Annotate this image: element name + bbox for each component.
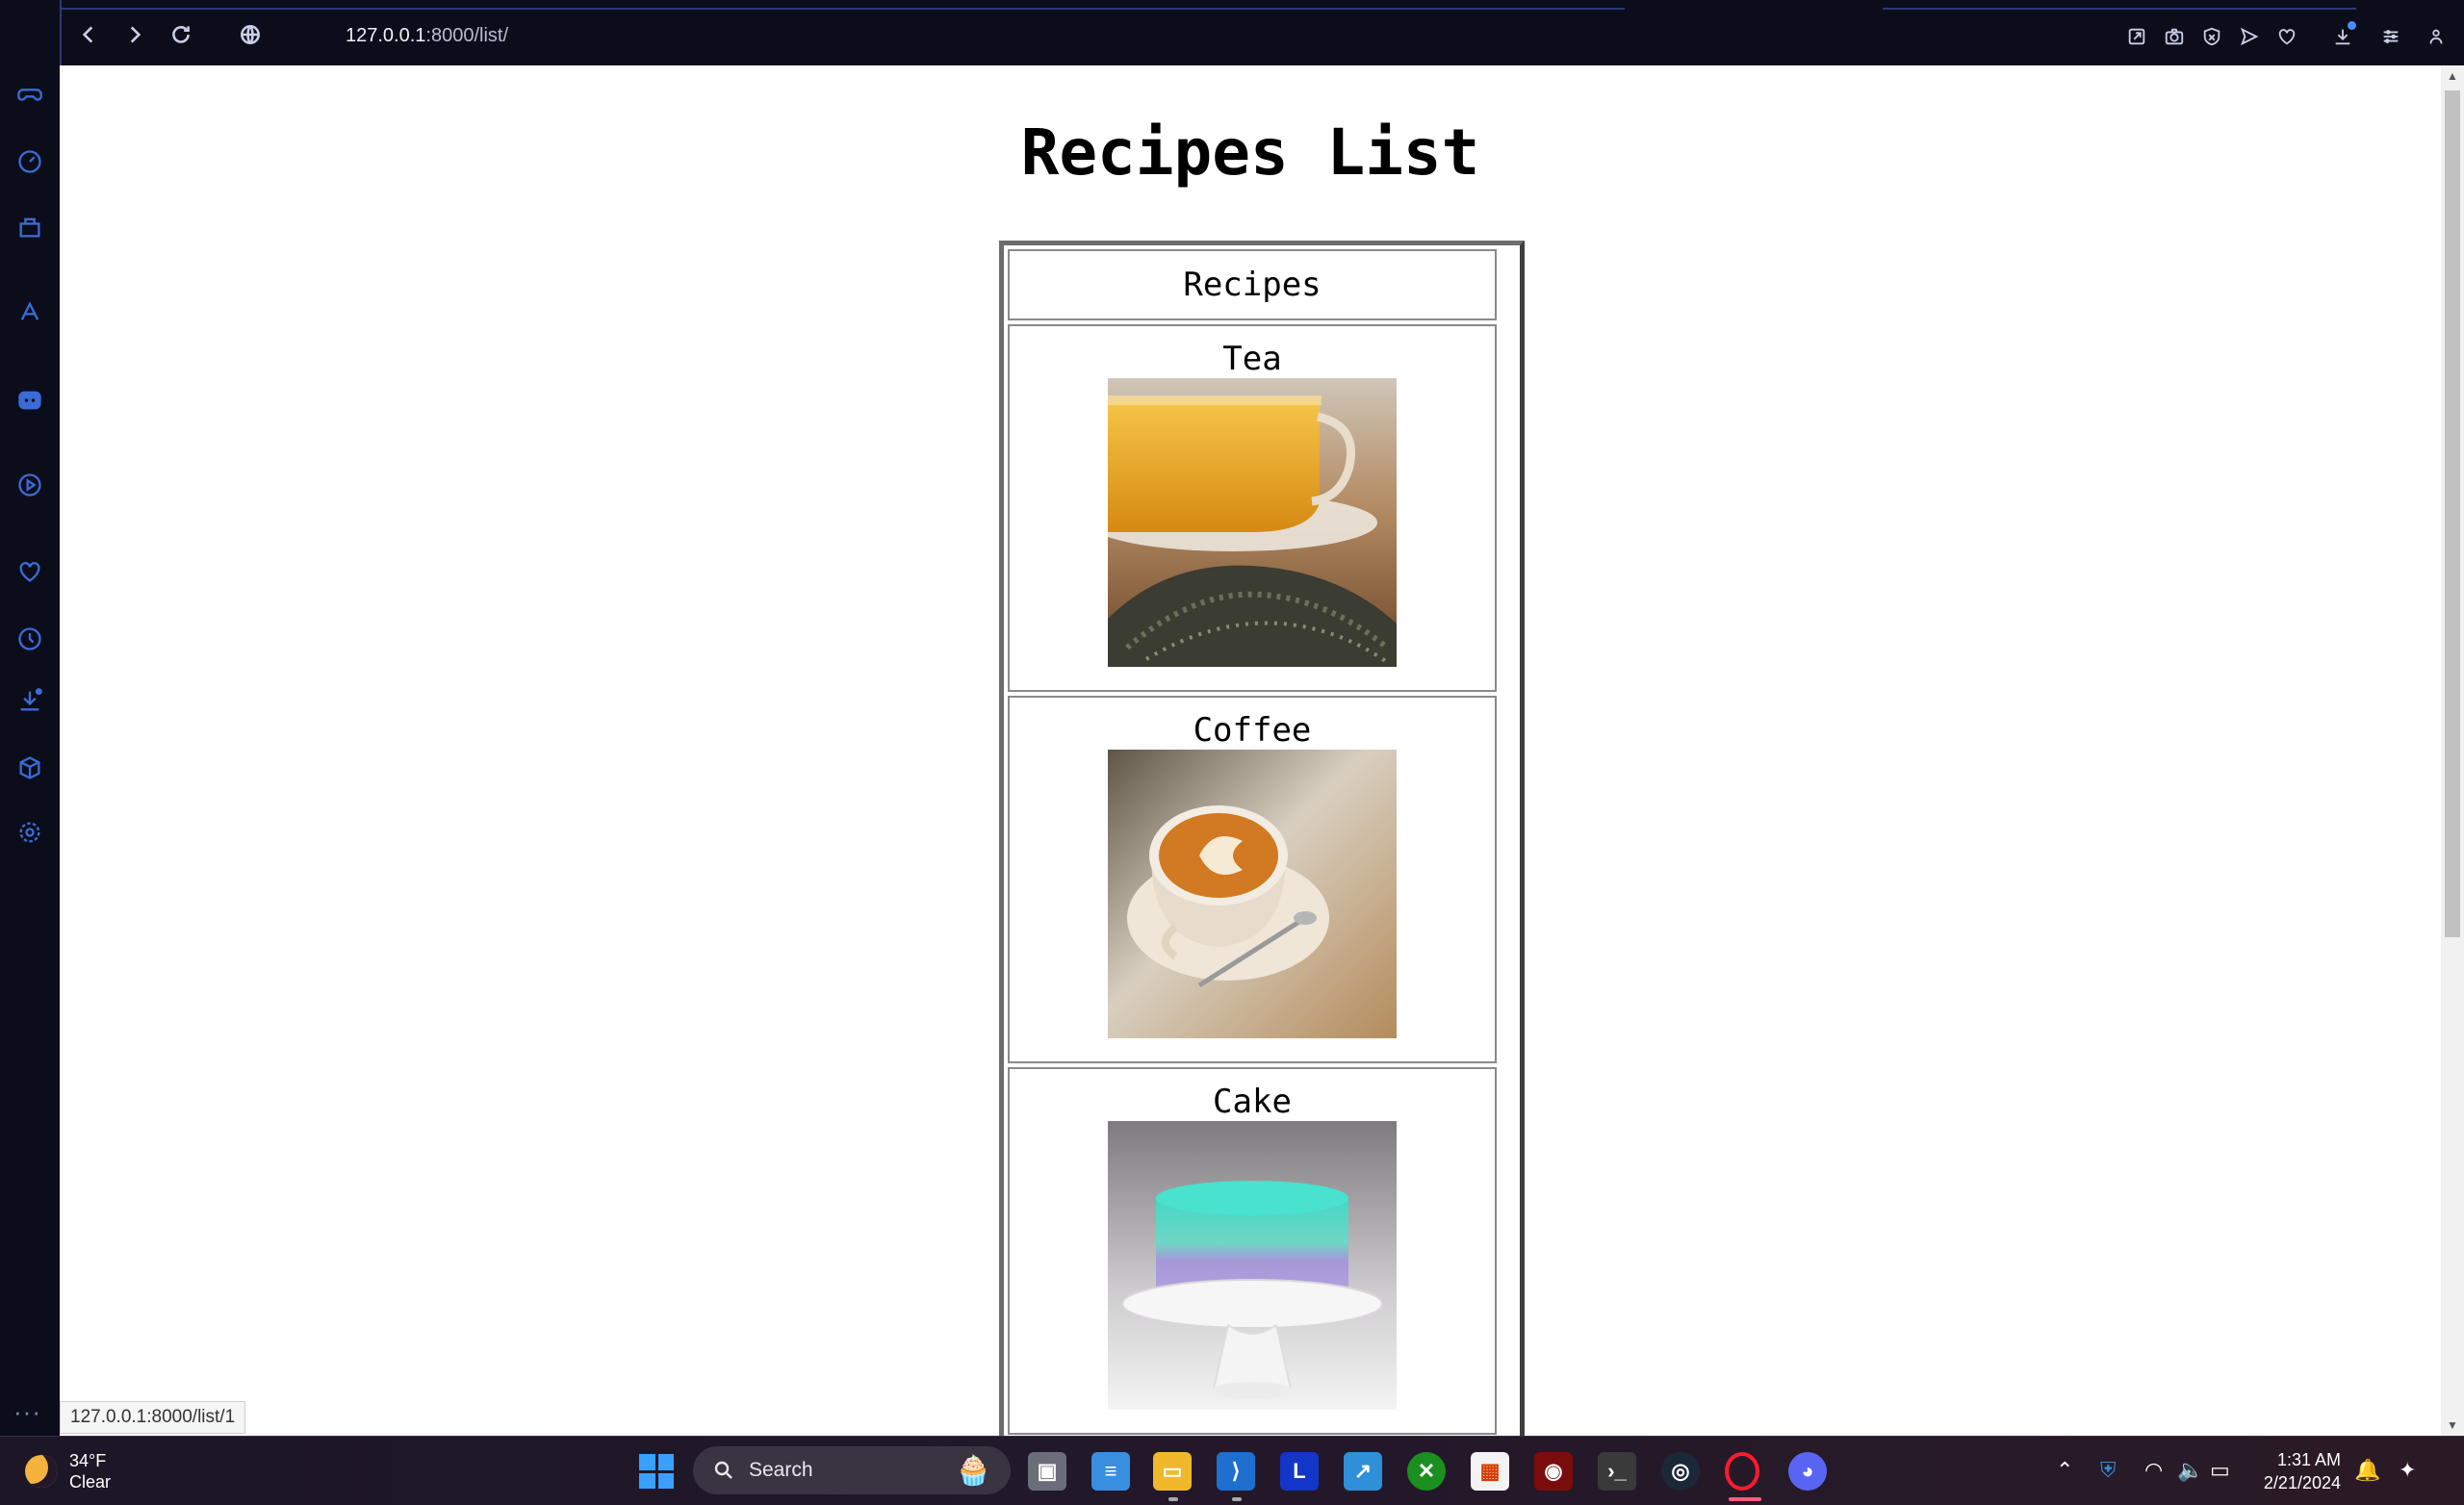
- app-indicator: [1168, 1497, 1178, 1501]
- heart-icon[interactable]: [2273, 23, 2300, 50]
- page-viewport: Recipes List Recipes Tea Coffee Cake: [60, 65, 2441, 1436]
- forward-button[interactable]: [119, 19, 150, 50]
- reload-button[interactable]: [166, 19, 196, 50]
- launcher-icon[interactable]: L: [1280, 1452, 1319, 1491]
- back-button[interactable]: [73, 19, 104, 50]
- table-row[interactable]: Tea: [1008, 324, 1497, 692]
- link-status-bar: 127.0.0.1:8000/list/1: [60, 1401, 246, 1434]
- start-button[interactable]: [639, 1454, 674, 1489]
- discord-icon[interactable]: [13, 383, 47, 418]
- app-installer-icon[interactable]: ↗: [1344, 1452, 1382, 1491]
- download-badge: [2348, 21, 2356, 30]
- clock-time: 1:31 AM: [2276, 1450, 2341, 1469]
- camera-icon[interactable]: [2161, 23, 2188, 50]
- gamepad-icon[interactable]: [13, 77, 47, 112]
- table-row[interactable]: Cake: [1008, 1067, 1497, 1435]
- address-bar[interactable]: 127.0.0.1:8000/list/: [346, 25, 508, 47]
- scroll-up-icon[interactable]: ▲: [2447, 69, 2458, 83]
- weather-desc: Clear: [69, 1472, 112, 1492]
- page-title: Recipes List: [1020, 115, 1480, 190]
- terminal-icon[interactable]: ›_: [1598, 1452, 1636, 1491]
- search-label: Search: [749, 1459, 813, 1481]
- app-indicator: [1232, 1497, 1242, 1501]
- search-icon: [714, 1461, 732, 1479]
- aria-icon[interactable]: [13, 294, 47, 329]
- url-path: :8000/list/: [425, 25, 509, 46]
- download-icon[interactable]: [13, 683, 47, 718]
- weather-widget[interactable]: 34°F Clear: [25, 1450, 111, 1492]
- xbox-icon[interactable]: ✕: [1407, 1452, 1446, 1491]
- chevron-up-icon[interactable]: ⌃: [2056, 1458, 2073, 1483]
- speed-dial-icon[interactable]: [13, 144, 47, 179]
- defender-icon[interactable]: ⛨: [2100, 1458, 2117, 1483]
- battery-icon[interactable]: ▭: [2210, 1458, 2230, 1483]
- profile-icon[interactable]: [2423, 23, 2450, 50]
- game-app-icon[interactable]: ◉: [1534, 1452, 1573, 1491]
- weather-temp: 34°F: [69, 1451, 107, 1470]
- recipe-name[interactable]: Tea: [1010, 340, 1495, 378]
- cake-image[interactable]: [1108, 1121, 1397, 1410]
- browser-sidebar: ···: [0, 0, 60, 1436]
- tea-image[interactable]: [1108, 378, 1397, 667]
- browser-toolbar: 127.0.0.1:8000/list/: [60, 0, 2464, 65]
- weather-text: 34°F Clear: [69, 1450, 111, 1492]
- send-icon[interactable]: [2236, 23, 2263, 50]
- notepad-icon[interactable]: ≡: [1091, 1452, 1130, 1491]
- heart-icon[interactable]: [13, 554, 47, 589]
- recipes-table: Recipes Tea Coffee Cake: [999, 241, 1525, 1436]
- history-icon[interactable]: [13, 622, 47, 656]
- moon-icon: [25, 1455, 58, 1488]
- share-icon[interactable]: [2123, 23, 2150, 50]
- download-icon[interactable]: [2329, 21, 2356, 50]
- muffin-icon: 🧁: [955, 1455, 991, 1487]
- ms-store-icon[interactable]: ▦: [1471, 1452, 1509, 1491]
- shield-icon[interactable]: [2198, 23, 2225, 50]
- recipe-name[interactable]: Cake: [1010, 1083, 1495, 1121]
- windows-taskbar: 34°F Clear Search 🧁 ▣ ≡ ▭ ⟩ L ↗ ✕ ▦ ◉ ›_…: [0, 1436, 2464, 1505]
- vscode-icon[interactable]: ⟩: [1217, 1452, 1255, 1491]
- scrollbar-thumb[interactable]: [2445, 90, 2460, 937]
- system-clock[interactable]: 1:31 AM 2/21/2024: [2254, 1448, 2341, 1494]
- recipe-name[interactable]: Coffee: [1010, 711, 1495, 750]
- table-header: Recipes: [1008, 249, 1497, 320]
- task-view-icon[interactable]: ▣: [1028, 1452, 1066, 1491]
- tab-strip: [62, 0, 1625, 10]
- scroll-down-icon[interactable]: ▼: [2447, 1418, 2458, 1432]
- extensions-icon[interactable]: [13, 751, 47, 785]
- player-icon[interactable]: [13, 468, 47, 502]
- tab-strip-right: [1883, 0, 2356, 10]
- notification-icon[interactable]: 🔔: [2354, 1458, 2380, 1483]
- coffee-image[interactable]: [1108, 750, 1397, 1038]
- active-app-indicator: [1729, 1497, 1761, 1501]
- easy-setup-icon[interactable]: [2377, 23, 2404, 50]
- opera-icon[interactable]: [1725, 1452, 1759, 1491]
- page-scrollbar[interactable]: ▲ ▼: [2441, 65, 2464, 1436]
- discord-icon[interactable]: ◕: [1788, 1452, 1827, 1491]
- clock-date: 2/21/2024: [2263, 1473, 2341, 1492]
- steam-icon[interactable]: ◎: [1661, 1452, 1700, 1491]
- copilot-icon[interactable]: ✦: [2399, 1458, 2416, 1483]
- table-row[interactable]: Coffee: [1008, 696, 1497, 1063]
- volume-icon[interactable]: 🔈: [2177, 1458, 2203, 1483]
- wifi-icon[interactable]: ◠: [2144, 1458, 2163, 1483]
- settings-icon[interactable]: [13, 815, 47, 850]
- workspaces-icon[interactable]: [13, 210, 47, 244]
- globe-icon[interactable]: [235, 19, 266, 50]
- file-explorer-icon[interactable]: ▭: [1153, 1452, 1192, 1491]
- taskbar-search[interactable]: Search 🧁: [693, 1446, 1011, 1494]
- more-icon[interactable]: ···: [13, 1397, 41, 1427]
- url-host: 127.0.0.1: [346, 25, 426, 46]
